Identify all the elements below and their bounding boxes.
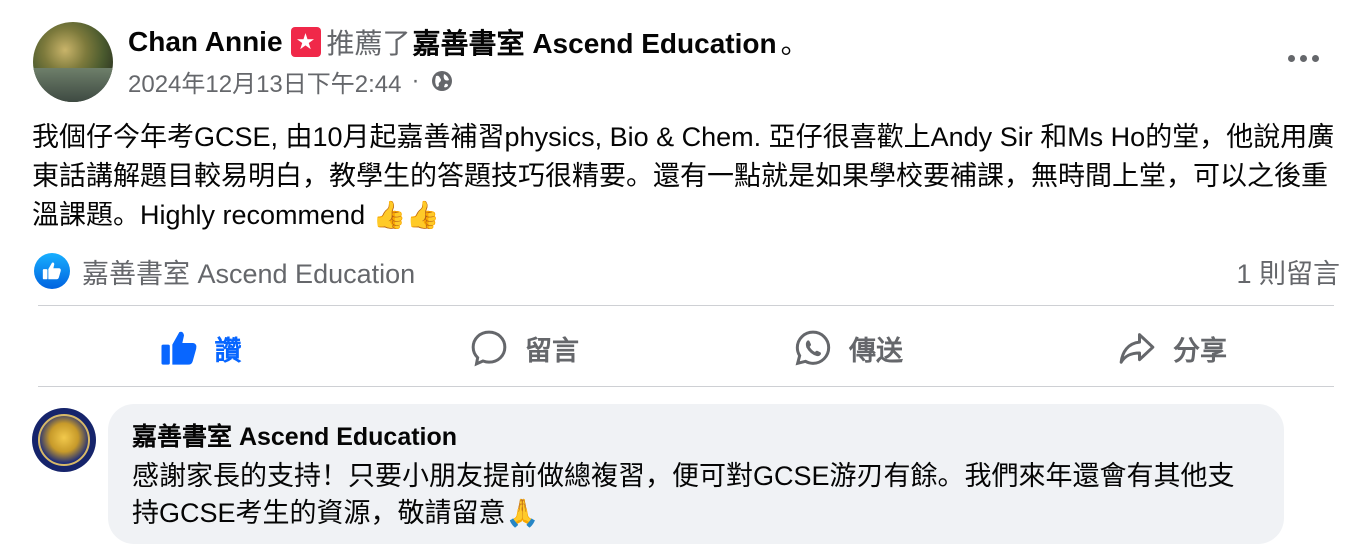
share-button[interactable]: 分享 bbox=[1010, 312, 1334, 384]
header-period: 。 bbox=[780, 28, 809, 59]
reactions-summary[interactable]: 嘉善書室 Ascend Education bbox=[34, 252, 415, 290]
globe-icon[interactable] bbox=[430, 69, 454, 93]
comment-bubble: 嘉善書室 Ascend Education 感謝家長的支持！只要小朋友提前做總複… bbox=[108, 404, 1284, 544]
ascend-logo-image bbox=[38, 414, 90, 466]
comment-count-link[interactable]: 1 則留言 bbox=[1236, 252, 1340, 290]
like-label: 讚 bbox=[214, 335, 242, 366]
action-bar: 讚 留言 傳送 分享 bbox=[38, 312, 1334, 384]
commenter-avatar[interactable] bbox=[32, 408, 96, 472]
like-reaction-icon bbox=[34, 253, 70, 289]
post-card: Chan Annie ★ 推薦了 嘉善書室 Ascend Education 。… bbox=[0, 0, 1366, 550]
send-button[interactable]: 傳送 bbox=[686, 312, 1010, 384]
share-arrow-icon bbox=[1117, 328, 1157, 368]
author-avatar[interactable] bbox=[33, 22, 113, 102]
meta-separator: · bbox=[411, 67, 420, 94]
like-button[interactable]: 讚 bbox=[38, 312, 362, 384]
reaction-names[interactable]: 嘉善書室 Ascend Education bbox=[82, 252, 415, 291]
divider-bottom bbox=[38, 386, 1334, 387]
more-dot-icon bbox=[1287, 54, 1295, 62]
post-body-text: 我個仔今年考GCSE, 由10月起嘉善補習physics, Bio & Chem… bbox=[32, 122, 1335, 230]
comment-text: 感謝家長的支持！只要小朋友提前做總複習，便可對GCSE游刃有餘。我們來年還會有其… bbox=[132, 461, 1235, 528]
more-dot-icon bbox=[1299, 54, 1307, 62]
share-label: 分享 bbox=[1173, 335, 1227, 366]
author-name-link[interactable]: Chan Annie bbox=[128, 26, 283, 58]
more-options-button[interactable] bbox=[1280, 42, 1326, 74]
comment-bubble-icon bbox=[469, 328, 509, 368]
page-name-link[interactable]: 嘉善書室 Ascend Education bbox=[413, 22, 777, 62]
recommend-text: 推薦了 bbox=[326, 28, 411, 59]
more-dot-icon bbox=[1311, 54, 1319, 62]
avatar-photo-detail bbox=[33, 68, 113, 102]
recommend-flag-icon: ★ bbox=[290, 27, 321, 57]
whatsapp-icon bbox=[793, 328, 833, 368]
post-meta: 2024年12月13日下午2:44 · bbox=[128, 64, 454, 98]
thumbs-up-icon bbox=[159, 328, 199, 368]
comment-button[interactable]: 留言 bbox=[362, 312, 686, 384]
divider-top bbox=[38, 305, 1334, 306]
post-timestamp[interactable]: 2024年12月13日下午2:44 bbox=[128, 64, 402, 99]
comment-label: 留言 bbox=[525, 335, 579, 366]
comment-author-link[interactable]: 嘉善書室 Ascend Education bbox=[132, 422, 1258, 452]
post-header: Chan Annie ★ 推薦了 嘉善書室 Ascend Education 。 bbox=[128, 24, 809, 60]
send-label: 傳送 bbox=[849, 335, 903, 366]
